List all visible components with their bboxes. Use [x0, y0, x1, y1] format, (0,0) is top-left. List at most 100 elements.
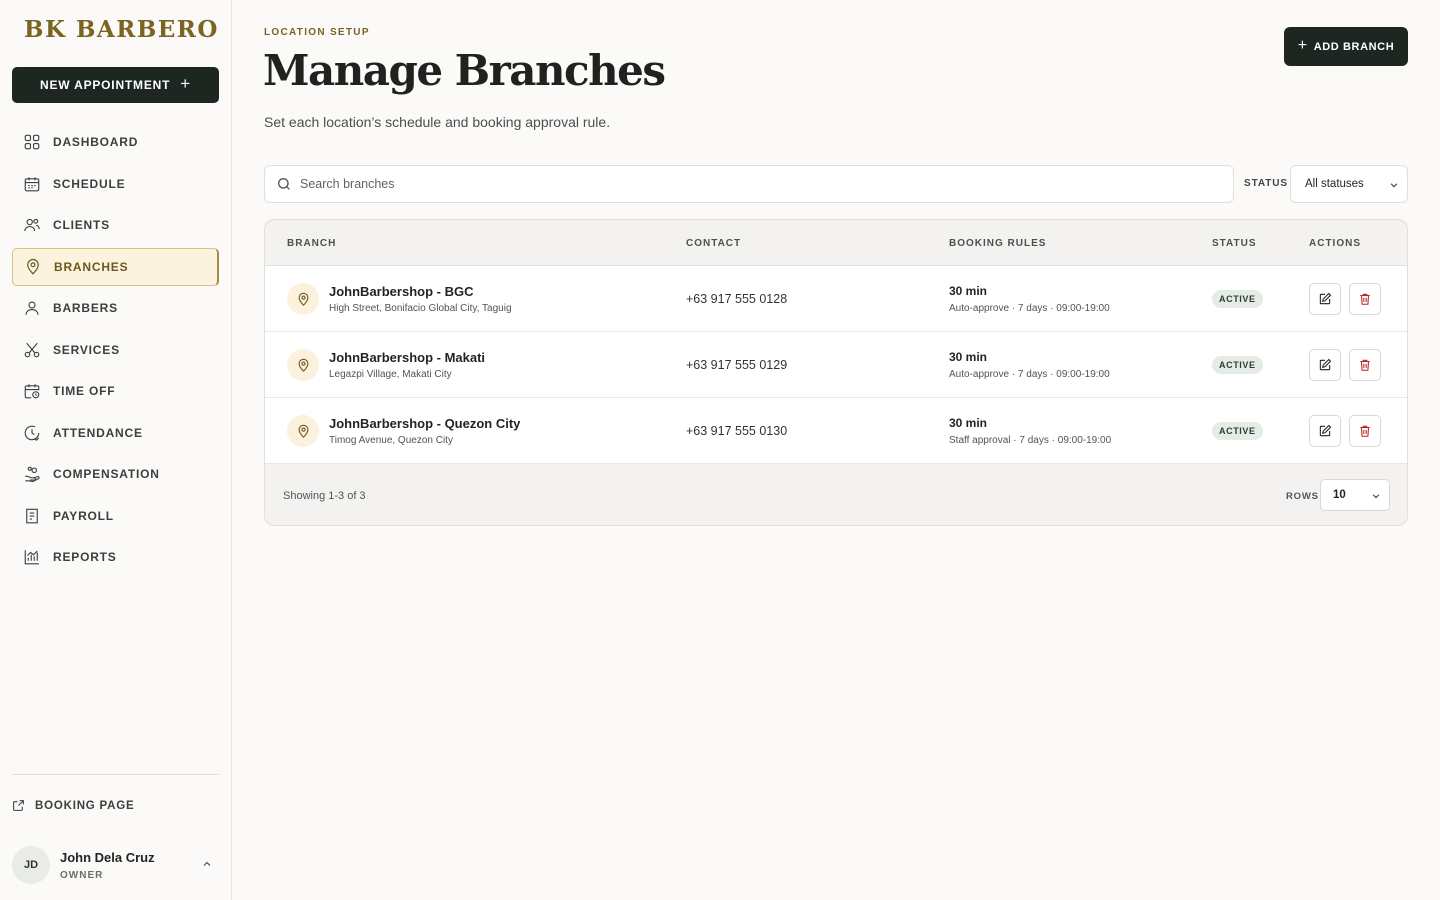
sidebar-item-label: REPORTS [53, 550, 117, 564]
add-branch-label: ADD BRANCH [1313, 40, 1395, 53]
edit-icon [1319, 424, 1332, 437]
branch-address: Legazpi Village, Makati City [329, 369, 452, 380]
scissors-icon [24, 342, 40, 357]
map-pin-icon [298, 358, 308, 372]
sidebar: BK BARBERO NEW APPOINTMENT + DASHBOARD S… [0, 0, 232, 900]
sidebar-item-attendance[interactable]: ATTENDANCE [12, 414, 219, 452]
branch-name: JohnBarbershop - Quezon City [329, 416, 521, 431]
sidebar-item-branches[interactable]: BRANCHES [12, 247, 219, 286]
sidebar-item-reports[interactable]: REPORTS [12, 538, 219, 576]
new-appointment-label: NEW APPOINTMENT [40, 78, 171, 92]
booking-rule: Auto-approve · 7 days · 09:00-19:00 [949, 303, 1110, 314]
table-row: JohnBarbershop - Quezon City Timog Avenu… [265, 398, 1407, 464]
branch-pin [287, 349, 319, 381]
page-title: Manage Branches [263, 46, 666, 95]
branch-contact: +63 917 555 0130 [686, 424, 788, 438]
edit-button[interactable] [1309, 349, 1341, 381]
table-header: BRANCH CONTACT BOOKING RULES STATUS ACTI… [265, 220, 1407, 266]
search-input[interactable] [300, 177, 1200, 191]
status-select[interactable]: All statuses [1290, 165, 1408, 203]
sidebar-item-dashboard[interactable]: DASHBOARD [12, 123, 219, 161]
map-pin-icon [298, 292, 308, 306]
sidebar-item-label: BARBERS [53, 301, 118, 315]
trash-icon [1360, 425, 1370, 437]
sidebar-item-label: SCHEDULE [53, 176, 126, 191]
avatar: JD [12, 846, 50, 884]
branch-pin [287, 283, 319, 315]
user-menu[interactable]: JD John Dela Cruz OWNER [12, 846, 219, 884]
clock-check-icon [24, 425, 40, 441]
external-link-icon [13, 800, 24, 811]
status-badge: ACTIVE [1212, 356, 1263, 374]
user-name: John Dela Cruz [60, 849, 155, 865]
edit-icon [1319, 292, 1332, 305]
sidebar-item-payroll[interactable]: PAYROLL [12, 497, 219, 535]
brand-logo: BK BARBERO [24, 16, 219, 43]
delete-button[interactable] [1349, 283, 1381, 315]
branch-contact: +63 917 555 0128 [686, 292, 788, 306]
hand-coins-icon [25, 466, 40, 483]
trash-icon [1360, 359, 1370, 371]
sidebar-item-schedule[interactable]: SCHEDULE [12, 165, 219, 203]
page-subtitle: Set each location’s schedule and booking… [264, 114, 611, 130]
grid-icon [24, 134, 40, 150]
sidebar-item-label: DASHBOARD [53, 135, 139, 149]
delete-button[interactable] [1349, 415, 1381, 447]
branch-name: JohnBarbershop - Makati [329, 350, 486, 365]
receipt-icon [26, 508, 38, 523]
chevron-up-icon [203, 861, 211, 866]
map-pin-icon [298, 424, 308, 438]
pagination-summary: Showing 1-3 of 3 [283, 490, 366, 502]
status-filter-label: STATUS [1244, 178, 1288, 189]
status-badge: ACTIVE [1212, 290, 1263, 308]
booking-page-link[interactable]: BOOKING PAGE [12, 799, 134, 812]
edit-button[interactable] [1309, 415, 1341, 447]
add-branch-button[interactable]: + ADD BRANCH [1284, 27, 1408, 66]
sidebar-item-label: SERVICES [53, 342, 120, 357]
booking-rule: Auto-approve · 7 days · 09:00-19:00 [949, 369, 1110, 380]
plus-icon: + [180, 74, 191, 93]
branch-name: JohnBarbershop - BGC [329, 284, 474, 299]
sidebar-item-barbers[interactable]: BARBERS [12, 289, 219, 327]
column-header-branch: BRANCH [287, 238, 337, 249]
calendar-icon [24, 176, 40, 191]
user-icon [25, 301, 39, 315]
branch-contact: +63 917 555 0129 [686, 358, 788, 372]
search-icon [278, 178, 290, 190]
table-footer: Showing 1-3 of 3 ROWS 10 [265, 464, 1407, 525]
user-role: OWNER [60, 869, 104, 881]
column-header-contact: CONTACT [686, 238, 742, 249]
booking-page-label: BOOKING PAGE [35, 799, 135, 812]
chevron-down-icon [1390, 183, 1398, 188]
status-select-value: All statuses [1305, 178, 1364, 190]
branch-pin [287, 415, 319, 447]
calendar-clock-icon [24, 384, 40, 399]
sidebar-item-label: ATTENDANCE [53, 425, 143, 440]
search-field[interactable] [264, 165, 1234, 203]
booking-rule: Staff approval · 7 days · 09:00-19:00 [949, 435, 1112, 446]
new-appointment-button[interactable]: NEW APPOINTMENT + [12, 67, 219, 103]
edit-button[interactable] [1309, 283, 1341, 315]
rows-per-page-value: 10 [1333, 489, 1346, 501]
page-eyebrow: LOCATION SETUP [264, 27, 370, 38]
booking-duration: 30 min [949, 350, 988, 364]
sidebar-item-label: COMPENSATION [53, 467, 160, 481]
rows-per-page-select[interactable]: 10 [1320, 479, 1390, 511]
branch-address: High Street, Bonifacio Global City, Tagu… [329, 303, 512, 314]
plus-icon: + [1297, 36, 1308, 54]
chevron-down-icon [1372, 494, 1380, 499]
sidebar-item-services[interactable]: SERVICES [12, 331, 219, 369]
sidebar-divider [12, 774, 219, 775]
sidebar-item-label: BRANCHES [54, 259, 129, 274]
branches-table: BRANCH CONTACT BOOKING RULES STATUS ACTI… [264, 219, 1408, 526]
sidebar-item-time-off[interactable]: TIME OFF [12, 372, 219, 410]
sidebar-item-label: TIME OFF [53, 384, 116, 398]
sidebar-item-clients[interactable]: CLIENTS [12, 206, 219, 244]
delete-button[interactable] [1349, 349, 1381, 381]
table-row: JohnBarbershop - BGC High Street, Bonifa… [265, 266, 1407, 332]
sidebar-item-compensation[interactable]: COMPENSATION [12, 455, 219, 493]
booking-duration: 30 min [949, 416, 988, 430]
branch-address: Timog Avenue, Quezon City [329, 435, 453, 446]
table-row: JohnBarbershop - Makati Legazpi Village,… [265, 332, 1407, 398]
status-badge: ACTIVE [1212, 422, 1263, 440]
